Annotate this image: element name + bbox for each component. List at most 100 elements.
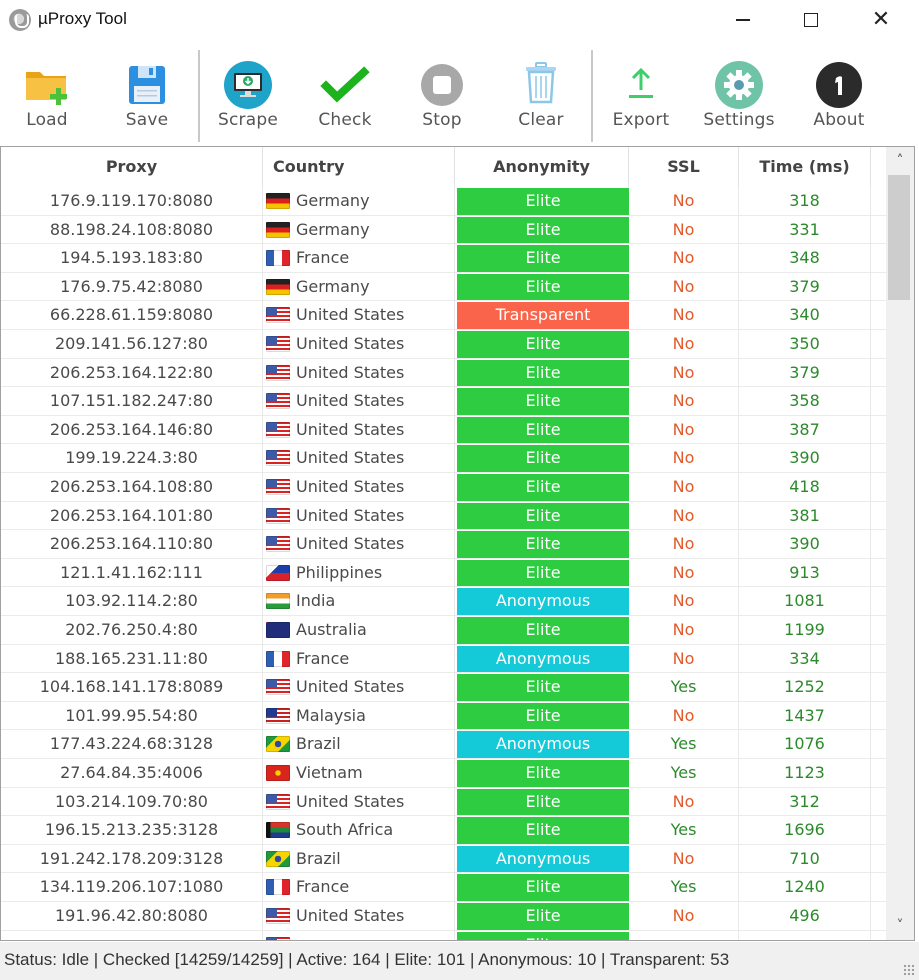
proxy-cell: 88.198.24.108:8080 [1, 215, 263, 245]
column-header-country[interactable]: Country [263, 147, 455, 187]
anonymity-badge: Elite [457, 874, 629, 901]
country-cell: France [263, 644, 455, 674]
status-text: Status: Idle | Checked [14259/14259] | A… [4, 950, 730, 969]
load-button[interactable]: Load [2, 44, 92, 144]
ssl-cell: Yes [629, 873, 739, 902]
scroll-up-button[interactable]: ˄ [886, 147, 914, 175]
table-row[interactable]: 196.15.213.235:3128 South Africa Elite Yes 1… [1, 816, 886, 845]
country-name: Philippines [296, 562, 383, 582]
anonymity-badge: Elite [457, 674, 629, 701]
proxy-cell: 202.76.250.4:80 [1, 616, 263, 645]
close-button[interactable]: ✕ [858, 0, 904, 40]
column-header-proxy[interactable]: Proxy [1, 147, 263, 187]
clear-button[interactable]: Clear [496, 44, 586, 144]
table-row[interactable]: 66.228.61.159:8080 United States Transpare… [1, 301, 886, 330]
scroll-down-button[interactable]: ˅ [886, 912, 914, 940]
table-row[interactable]: 176.9.119.170:8080 Germany Elite No 318 [1, 187, 886, 216]
table-row[interactable]: 107.151.182.247:80 United States Elite No 35… [1, 387, 886, 416]
column-header-anonymity[interactable]: Anonymity [455, 147, 629, 187]
ssl-cell: Yes [629, 673, 739, 702]
time-cell: 387 [739, 415, 871, 445]
proxy-cell: 176.9.119.170:8080 [1, 187, 263, 216]
monitor-download-icon [224, 61, 272, 109]
scrape-label: Scrape [218, 110, 278, 130]
scrollbar-thumb[interactable] [888, 175, 910, 300]
table-row[interactable]: Elite [1, 930, 886, 940]
table-row[interactable]: 27.64.84.35:4006 Vietnam Elite Yes 1123 [1, 759, 886, 788]
country-name: United States [296, 391, 405, 411]
chevron-up-icon: ˄ [896, 153, 904, 169]
country-name: France [296, 877, 350, 897]
united-states-flag-icon [266, 421, 290, 438]
proxy-grid: Proxy Country Anonymity SSL Time (ms) 17… [0, 146, 915, 941]
table-row[interactable]: 199.19.224.3:80 United States Elite No 390 [1, 444, 886, 473]
country-name: Germany [296, 219, 370, 239]
about-label: About [813, 110, 865, 130]
proxy-cell: 107.151.182.247:80 [1, 387, 263, 416]
united-states-flag-icon [266, 536, 290, 553]
table-row[interactable]: 176.9.75.42:8080 Germany Elite No 379 [1, 272, 886, 302]
country-name: United States [296, 334, 405, 353]
table-row[interactable]: 209.141.56.127:80 United States Elite No 350 [1, 330, 886, 359]
resize-grip-icon[interactable] [903, 964, 915, 976]
table-row[interactable]: 101.99.95.54:80 Malaysia Elite No 1437 [1, 701, 886, 731]
table-row[interactable]: 194.5.193.183:80 France Elite No 348 [1, 244, 886, 273]
table-row[interactable]: 206.253.164.146:80 United States Elite No 38… [1, 415, 886, 445]
trash-icon [526, 62, 556, 104]
settings-button[interactable]: Settings [694, 44, 784, 144]
upload-icon [629, 67, 653, 98]
ssl-cell: No [629, 787, 739, 817]
proxy-cell: 199.19.224.3:80 [1, 444, 263, 473]
germany-flag-icon [266, 193, 290, 209]
table-row[interactable]: 202.76.250.4:80 Australia Elite No 1199 [1, 616, 886, 645]
save-button[interactable]: Save [102, 44, 192, 144]
column-header-ssl[interactable]: SSL [629, 147, 739, 187]
anonymity-badge: Elite [457, 760, 629, 787]
country-name: United States [296, 362, 405, 382]
anonymity-badge: Elite [457, 702, 629, 730]
check-button[interactable]: Check [300, 44, 390, 144]
table-row[interactable]: 177.43.224.68:3128 Brazil Anonymous Yes 1076 [1, 730, 886, 759]
united-states-flag-icon [266, 336, 290, 352]
folder-add-icon [26, 72, 67, 105]
table-row[interactable]: 88.198.24.108:8080 Germany Elite No 331 [1, 215, 886, 245]
table-row[interactable]: 188.165.231.11:80 France Anonymous No 334 [1, 644, 886, 674]
table-row[interactable]: 103.92.114.2:80 India Anonymous No 1081 [1, 587, 886, 616]
column-header-time[interactable]: Time (ms) [739, 147, 871, 187]
country-name: Brazil [296, 734, 341, 754]
time-cell: 496 [739, 902, 871, 931]
time-cell: 350 [739, 330, 871, 359]
stop-button[interactable]: Stop [397, 44, 487, 144]
vertical-scrollbar[interactable]: ˄ ˅ [886, 147, 914, 940]
united-states-flag-icon [266, 936, 290, 940]
maximize-button[interactable] [788, 0, 834, 40]
ssl-cell: No [629, 358, 739, 388]
table-row[interactable]: 206.253.164.110:80 United States Elite No 39… [1, 530, 886, 559]
country-cell: Malaysia [263, 701, 455, 731]
about-button[interactable]: About [794, 44, 884, 144]
country-name: United States [296, 448, 405, 468]
united-states-flag-icon [266, 793, 290, 810]
table-row[interactable]: 104.168.141.178:8089 United States Elite Ye… [1, 673, 886, 702]
country-cell: India [263, 587, 455, 616]
time-cell: 1081 [739, 587, 871, 616]
table-row[interactable]: 206.253.164.108:80 United States Elite No 41… [1, 473, 886, 502]
ssl-cell: No [629, 473, 739, 502]
table-row[interactable]: 121.1.41.162:111 Philippines Elite No 913 [1, 558, 886, 588]
table-row[interactable]: 191.96.42.80:8080 United States Elite No 496 [1, 902, 886, 931]
country-cell [263, 930, 455, 940]
export-button[interactable]: Export [596, 44, 686, 144]
france-flag-icon [266, 650, 290, 667]
table-row[interactable]: 191.242.178.209:3128 Brazil Anonymous No 710 [1, 844, 886, 874]
table-row[interactable]: 206.253.164.122:80 United States Elite No 37… [1, 358, 886, 388]
table-row[interactable]: 134.119.206.107:1080 France Elite Yes 1240 [1, 873, 886, 902]
table-row[interactable]: 103.214.109.70:80 United States Elite No 312 [1, 787, 886, 817]
minimize-button[interactable] [720, 0, 766, 40]
proxy-cell: 27.64.84.35:4006 [1, 759, 263, 788]
proxy-cell: 194.5.193.183:80 [1, 244, 263, 273]
table-row[interactable]: 206.253.164.101:80 United States Elite No 38… [1, 501, 886, 531]
scrape-button[interactable]: Scrape [203, 44, 293, 144]
country-cell: United States [263, 415, 455, 445]
stop-icon [421, 64, 463, 106]
ssl-cell: No [629, 387, 739, 416]
